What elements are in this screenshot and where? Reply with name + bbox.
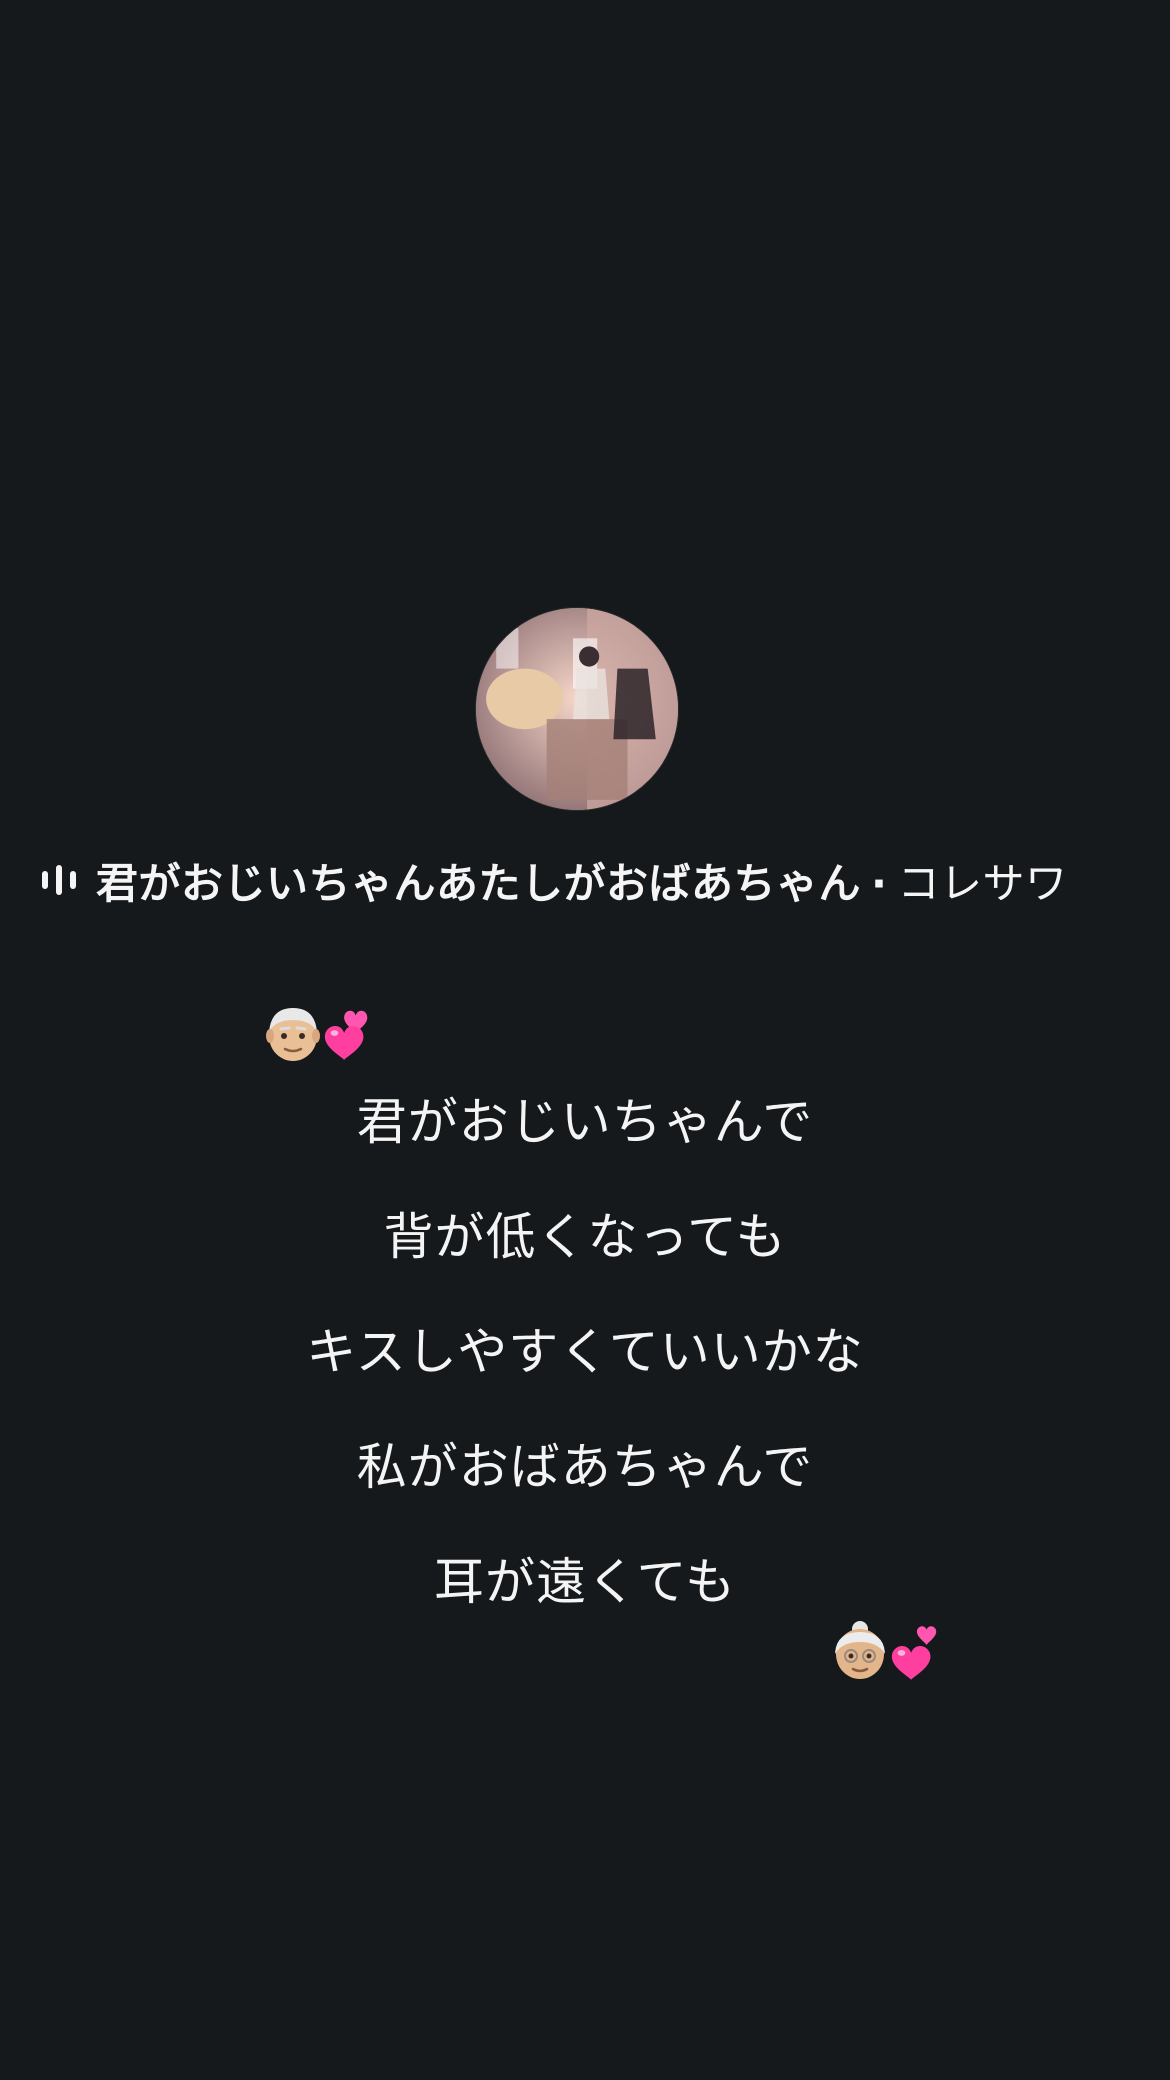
lyric-line: キスしやすくていいかな [306, 1323, 864, 1381]
song-title: 君がおじいちゃんあたしがおばあちゃん [96, 858, 862, 908]
story-screen: 君がおじいちゃんあたしがおばあちゃん · コレサワ 君がおじいちゃんで 背が低く… [0, 0, 1170, 2080]
audio-wave-icon [40, 863, 78, 897]
old-woman-emoji-icon [832, 1620, 888, 1680]
album-art-image [476, 608, 678, 810]
two-hearts-emoji-icon [888, 1622, 942, 1680]
track-separator: · [871, 858, 888, 908]
lyric-line: 私がおばあちゃんで [356, 1438, 814, 1496]
old-woman-hearts-sticker[interactable] [832, 1620, 942, 1680]
two-hearts-emoji-icon [321, 1004, 375, 1062]
track-info: 君がおじいちゃんあたしがおばあちゃん · コレサワ [96, 850, 1068, 911]
lyric-line: 背が低くなっても [383, 1208, 787, 1266]
lyric-line: 君がおじいちゃんで [356, 1093, 814, 1151]
lyric-line: 耳が遠くても [434, 1553, 736, 1611]
now-playing-bar[interactable]: 君がおじいちゃんあたしがおばあちゃん · コレサワ [40, 850, 1130, 910]
old-man-emoji-icon [265, 1002, 321, 1062]
old-man-hearts-sticker[interactable] [265, 1002, 375, 1062]
artist-name: コレサワ [897, 858, 1068, 908]
album-art[interactable] [476, 608, 678, 810]
lyrics-block: 君がおじいちゃんで 背が低くなっても キスしやすくていいかな 私がおばあちゃんで… [0, 1092, 1170, 1667]
